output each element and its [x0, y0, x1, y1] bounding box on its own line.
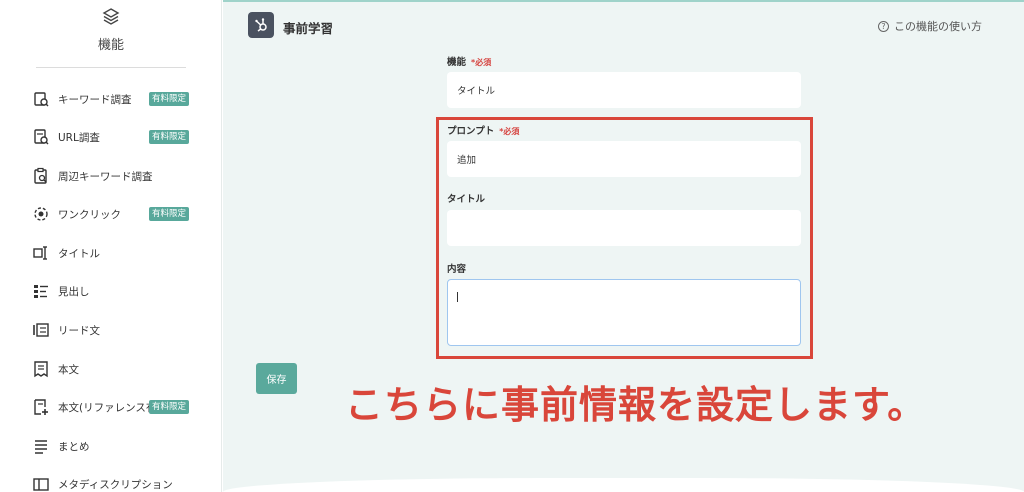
question-icon: ? [878, 20, 889, 32]
lead-text-icon [32, 321, 50, 339]
sidebar: 機能 キーワード調査 有料限定 URL調査 有料限定 周辺キーワード調査 ワンク… [0, 0, 222, 492]
page-title: 事前学習 [283, 21, 334, 36]
body-reference-icon [32, 398, 50, 416]
sidebar-item-label: まとめ [58, 440, 90, 453]
paid-badge: 有料限定 [149, 400, 190, 414]
sidebar-item-lead[interactable]: リード文 [32, 319, 202, 341]
prompt-label-text: プロンプト [447, 126, 495, 137]
function-select-value: タイトル [457, 86, 496, 97]
required-mark: *必須 [499, 127, 520, 136]
required-mark: *必須 [471, 58, 492, 67]
help-label: この機能の使い方 [894, 20, 982, 33]
sidebar-item-related-keyword[interactable]: 周辺キーワード調査 [32, 165, 202, 187]
annotation-text: こちらに事前情報を設定します。 [345, 383, 927, 427]
sidebar-item-label: 見出し [58, 285, 90, 298]
content-textarea[interactable] [447, 279, 801, 346]
function-label-text: 機能 [447, 57, 467, 68]
sidebar-item-label: リード文 [58, 324, 100, 337]
save-button[interactable]: 保存 [256, 363, 297, 394]
paid-badge: 有料限定 [149, 207, 190, 221]
content-label: 内容 [447, 264, 467, 275]
prompt-select[interactable]: 追加 [447, 141, 801, 177]
main-panel: 事前学習 ? この機能の使い方 機能 *必須 タイトル プロンプト *必須 追加 タ… [223, 0, 1024, 492]
sidebar-title: 機能 [97, 38, 124, 53]
sidebar-item-one-click[interactable]: ワンクリック 有料限定 [32, 203, 202, 225]
body-text-icon [32, 360, 50, 378]
paid-badge: 有料限定 [149, 92, 190, 106]
sidebar-item-label: メタディスクリプション [58, 478, 173, 491]
heading-icon [32, 282, 50, 300]
meta-description-icon [32, 475, 50, 492]
sidebar-item-body-reference[interactable]: 本文(リファレンス有) 有料限定 [32, 396, 202, 418]
sidebar-item-label: URL調査 [58, 131, 100, 144]
sidebar-item-keyword[interactable]: キーワード調査 有料限定 [32, 88, 202, 110]
keyword-search-icon [32, 90, 50, 108]
sidebar-item-label: 周辺キーワード調査 [58, 170, 153, 183]
sidebar-item-label: タイトル [58, 247, 100, 260]
prompt-label: プロンプト *必須 [447, 123, 519, 137]
sidebar-item-label: ワンクリック [58, 208, 121, 221]
summary-icon [32, 437, 50, 455]
sidebar-divider [36, 67, 186, 68]
sidebar-item-label: 本文(リファレンス有) [58, 401, 161, 414]
title-label: タイトル [447, 194, 486, 205]
title-icon [32, 244, 50, 262]
sidebar-item-url[interactable]: URL調査 有料限定 [32, 126, 202, 148]
clipboard-search-icon [32, 167, 50, 185]
url-search-icon [32, 128, 50, 146]
sidebar-item-label: キーワード調査 [58, 93, 132, 106]
sidebar-item-body[interactable]: 本文 [32, 358, 202, 380]
sidebar-item-summary[interactable]: まとめ [32, 435, 202, 457]
text-caret [457, 292, 458, 302]
layers-icon [100, 6, 122, 28]
function-label: 機能 *必須 [447, 54, 491, 68]
sidebar-item-title[interactable]: タイトル [32, 242, 202, 264]
hubspot-icon [248, 12, 274, 38]
sidebar-item-heading[interactable]: 見出し [32, 280, 202, 302]
paid-badge: 有料限定 [149, 130, 190, 144]
one-click-icon [32, 205, 50, 223]
title-input[interactable] [447, 210, 801, 246]
help-link[interactable]: ? この機能の使い方 [878, 18, 982, 34]
bottom-edge [223, 478, 1024, 492]
sidebar-item-meta-description[interactable]: メタディスクリプション [32, 473, 202, 492]
prompt-select-value: 追加 [457, 155, 477, 166]
function-select[interactable]: タイトル [447, 72, 801, 108]
sidebar-item-label: 本文 [58, 363, 79, 376]
